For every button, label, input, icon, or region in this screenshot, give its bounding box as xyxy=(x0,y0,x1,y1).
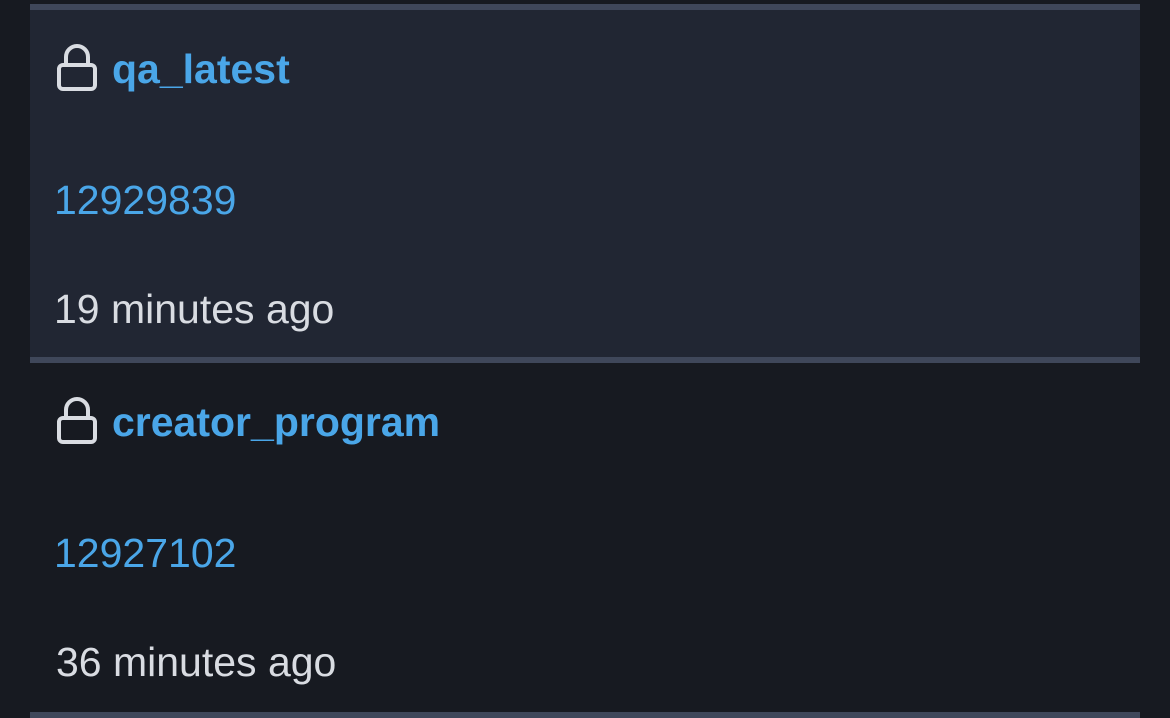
updated-timestamp: 36 minutes ago xyxy=(56,639,337,685)
branch-header: creator_program xyxy=(56,396,440,448)
updated-timestamp: 19 minutes ago xyxy=(54,286,335,332)
lock-icon xyxy=(57,397,97,444)
branch-name-link[interactable]: creator_program xyxy=(112,396,440,448)
branch-row-creator-program[interactable]: creator_program 12927102 36 minutes ago xyxy=(30,363,1140,711)
build-id-link[interactable]: 12927102 xyxy=(54,528,236,578)
branch-name-link[interactable]: qa_latest xyxy=(112,43,290,95)
lock-icon xyxy=(57,44,97,91)
branch-list: qa_latest 12929839 19 minutes ago creato… xyxy=(30,0,1140,718)
branch-row-qa-latest[interactable]: qa_latest 12929839 19 minutes ago xyxy=(30,10,1140,358)
row-divider xyxy=(30,712,1140,718)
build-id-link[interactable]: 12929839 xyxy=(54,175,236,225)
branch-header: qa_latest xyxy=(56,43,290,95)
